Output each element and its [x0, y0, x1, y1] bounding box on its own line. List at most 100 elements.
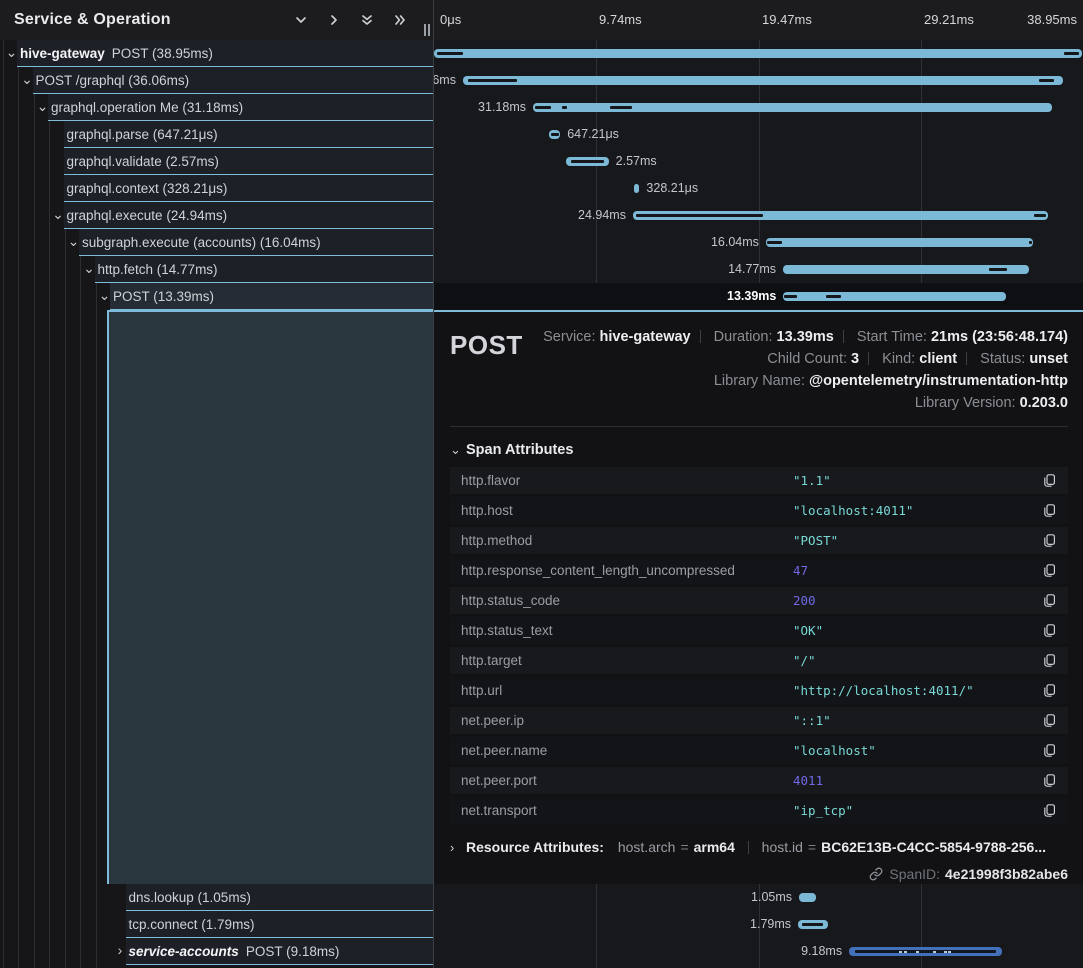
- meta-value: hive-gateway: [600, 329, 691, 345]
- section-title: Resource Attributes:: [466, 839, 604, 855]
- copy-button[interactable]: [1042, 593, 1057, 608]
- chevron-down-icon[interactable]: ⌄: [20, 67, 35, 92]
- meta-value: 21ms (23:56:48.174): [931, 329, 1068, 345]
- span-bar-row[interactable]: 38.95ms: [434, 40, 1083, 67]
- copy-button[interactable]: [1042, 773, 1057, 788]
- span-tree-row[interactable]: ⌄graphql.operation Me (31.18ms): [0, 94, 433, 121]
- span-duration-bar[interactable]: [783, 265, 1029, 274]
- child-span-mark: [468, 79, 517, 82]
- span-tree-row[interactable]: ⌄hive-gatewayPOST (38.95ms): [0, 40, 433, 67]
- span-bar-row[interactable]: 1.79ms: [434, 911, 1083, 938]
- attribute-value: "ip_tcp": [793, 803, 1042, 818]
- chevron-down-icon[interactable]: ⌄: [82, 256, 97, 281]
- span-duration-bar[interactable]: [798, 920, 828, 929]
- span-duration-label: 13.39ms: [727, 283, 776, 310]
- span-duration-bar[interactable]: [533, 103, 1052, 112]
- span-tree-row[interactable]: tcp.connect (1.79ms): [0, 911, 433, 938]
- resource-key: host.arch: [618, 839, 676, 855]
- chevron-down-icon[interactable]: ⌄: [51, 202, 66, 227]
- span-tree-row[interactable]: ⌄POST (13.39ms): [0, 283, 433, 310]
- span-bars-bottom: 1.05ms1.79ms9.18ms: [434, 884, 1083, 965]
- span-duration-bar[interactable]: [634, 184, 639, 193]
- copy-button[interactable]: [1042, 473, 1057, 488]
- expand-all-button[interactable]: [391, 11, 409, 29]
- service-name: hive-gateway: [20, 46, 105, 61]
- span-operation-text: graphql.context (328.21μs): [67, 181, 228, 196]
- span-duration-bar[interactable]: [566, 157, 609, 166]
- chevron-down-icon[interactable]: ⌄: [35, 94, 50, 119]
- divider: [700, 330, 701, 343]
- copy-icon: [1042, 773, 1057, 788]
- attribute-row: http.method"POST": [450, 527, 1068, 554]
- span-bar-row[interactable]: 16.04ms: [434, 229, 1083, 256]
- span-bar-row[interactable]: 14.77ms: [434, 256, 1083, 283]
- span-bar-row[interactable]: 2.57ms: [434, 148, 1083, 175]
- copy-button[interactable]: [1042, 653, 1057, 668]
- span-bar-row[interactable]: 9.18ms: [434, 938, 1083, 965]
- attribute-value: "POST": [793, 533, 1042, 548]
- copy-button[interactable]: [1042, 743, 1057, 758]
- child-span-mark: [784, 295, 796, 298]
- span-bar-row[interactable]: 647.21μs: [434, 121, 1083, 148]
- span-tree-row[interactable]: ⌄POST /graphql (36.06ms): [0, 67, 433, 94]
- span-duration-bar[interactable]: [434, 49, 1082, 58]
- child-span-mark: [562, 106, 567, 109]
- expand-one-button[interactable]: [325, 11, 343, 29]
- span-bar-row[interactable]: 328.21μs: [434, 175, 1083, 202]
- divider: [450, 426, 1068, 427]
- span-bar-row[interactable]: 13.39ms: [434, 283, 1083, 310]
- span-tree-row[interactable]: dns.lookup (1.05ms): [0, 884, 433, 911]
- span-duration-bar[interactable]: [549, 130, 560, 139]
- copy-icon: [1042, 713, 1057, 728]
- copy-icon: [1042, 533, 1057, 548]
- collapse-one-button[interactable]: [292, 11, 310, 29]
- attribute-row: net.peer.port4011: [450, 767, 1068, 794]
- copy-button[interactable]: [1042, 683, 1057, 698]
- chevron-right-icon[interactable]: ›: [113, 938, 128, 963]
- copy-button[interactable]: [1042, 803, 1057, 818]
- span-duration-bar[interactable]: [463, 76, 1063, 85]
- span-tree-row[interactable]: ›service-accountsPOST (9.18ms): [0, 938, 433, 965]
- attribute-row: net.peer.ip"::1": [450, 707, 1068, 734]
- span-tree-row[interactable]: graphql.parse (647.21μs): [0, 121, 433, 148]
- span-bar-row[interactable]: 36.06ms: [434, 67, 1083, 94]
- span-duration-bar[interactable]: [849, 947, 1002, 956]
- span-duration-label: 1.05ms: [751, 884, 792, 911]
- copy-button[interactable]: [1042, 563, 1057, 578]
- span-tree-row[interactable]: graphql.context (328.21μs): [0, 175, 433, 202]
- copy-button[interactable]: [1042, 713, 1057, 728]
- chevron-down-icon[interactable]: ⌄: [4, 40, 19, 65]
- pane-resize-handle[interactable]: [424, 24, 430, 36]
- timeline-tick: 9.74ms: [599, 0, 642, 40]
- span-tree-row[interactable]: ⌄http.fetch (14.77ms): [0, 256, 433, 283]
- span-tree-row[interactable]: graphql.validate (2.57ms): [0, 148, 433, 175]
- span-duration-bar[interactable]: [766, 238, 1033, 247]
- attribute-value: "/": [793, 653, 1042, 668]
- span-meta-line-2: Child Count: 3 Kind: client Status: unse…: [523, 348, 1068, 370]
- span-tree-row[interactable]: ⌄graphql.execute (24.94ms): [0, 202, 433, 229]
- attribute-key: net.peer.port: [461, 773, 793, 788]
- chevron-down-icon[interactable]: ⌄: [66, 229, 81, 254]
- copy-button[interactable]: [1042, 533, 1057, 548]
- span-tree-row[interactable]: ⌄subgraph.execute (accounts) (16.04ms): [0, 229, 433, 256]
- copy-button[interactable]: [1042, 503, 1057, 518]
- span-attributes-header[interactable]: ⌄Span Attributes: [450, 442, 1068, 458]
- copy-icon: [1042, 683, 1057, 698]
- chevron-down-icon[interactable]: ⌄: [97, 283, 112, 308]
- span-bar-row[interactable]: 31.18ms: [434, 94, 1083, 121]
- copy-button[interactable]: [1042, 623, 1057, 638]
- span-duration-label: 2.57ms: [616, 148, 657, 175]
- attribute-row: http.host"localhost:4011": [450, 497, 1068, 524]
- span-duration-bar[interactable]: [783, 292, 1006, 301]
- span-duration-bar[interactable]: [799, 893, 816, 902]
- span-bar-row[interactable]: 24.94ms: [434, 202, 1083, 229]
- collapse-all-button[interactable]: [358, 11, 376, 29]
- span-operation-text: graphql.operation Me (31.18ms): [51, 100, 243, 115]
- link-icon[interactable]: [869, 867, 883, 881]
- resource-attributes-row[interactable]: ›Resource Attributes: host.arch=arm64 ho…: [450, 839, 1068, 855]
- timeline-tick: 19.47ms: [762, 0, 812, 40]
- span-bar-row[interactable]: 1.05ms: [434, 884, 1083, 911]
- span-meta-line-3: Library Name: @opentelemetry/instrumenta…: [523, 370, 1068, 392]
- span-meta-line-1: Service: hive-gateway Duration: 13.39ms …: [523, 326, 1068, 348]
- span-duration-bar[interactable]: [633, 211, 1048, 220]
